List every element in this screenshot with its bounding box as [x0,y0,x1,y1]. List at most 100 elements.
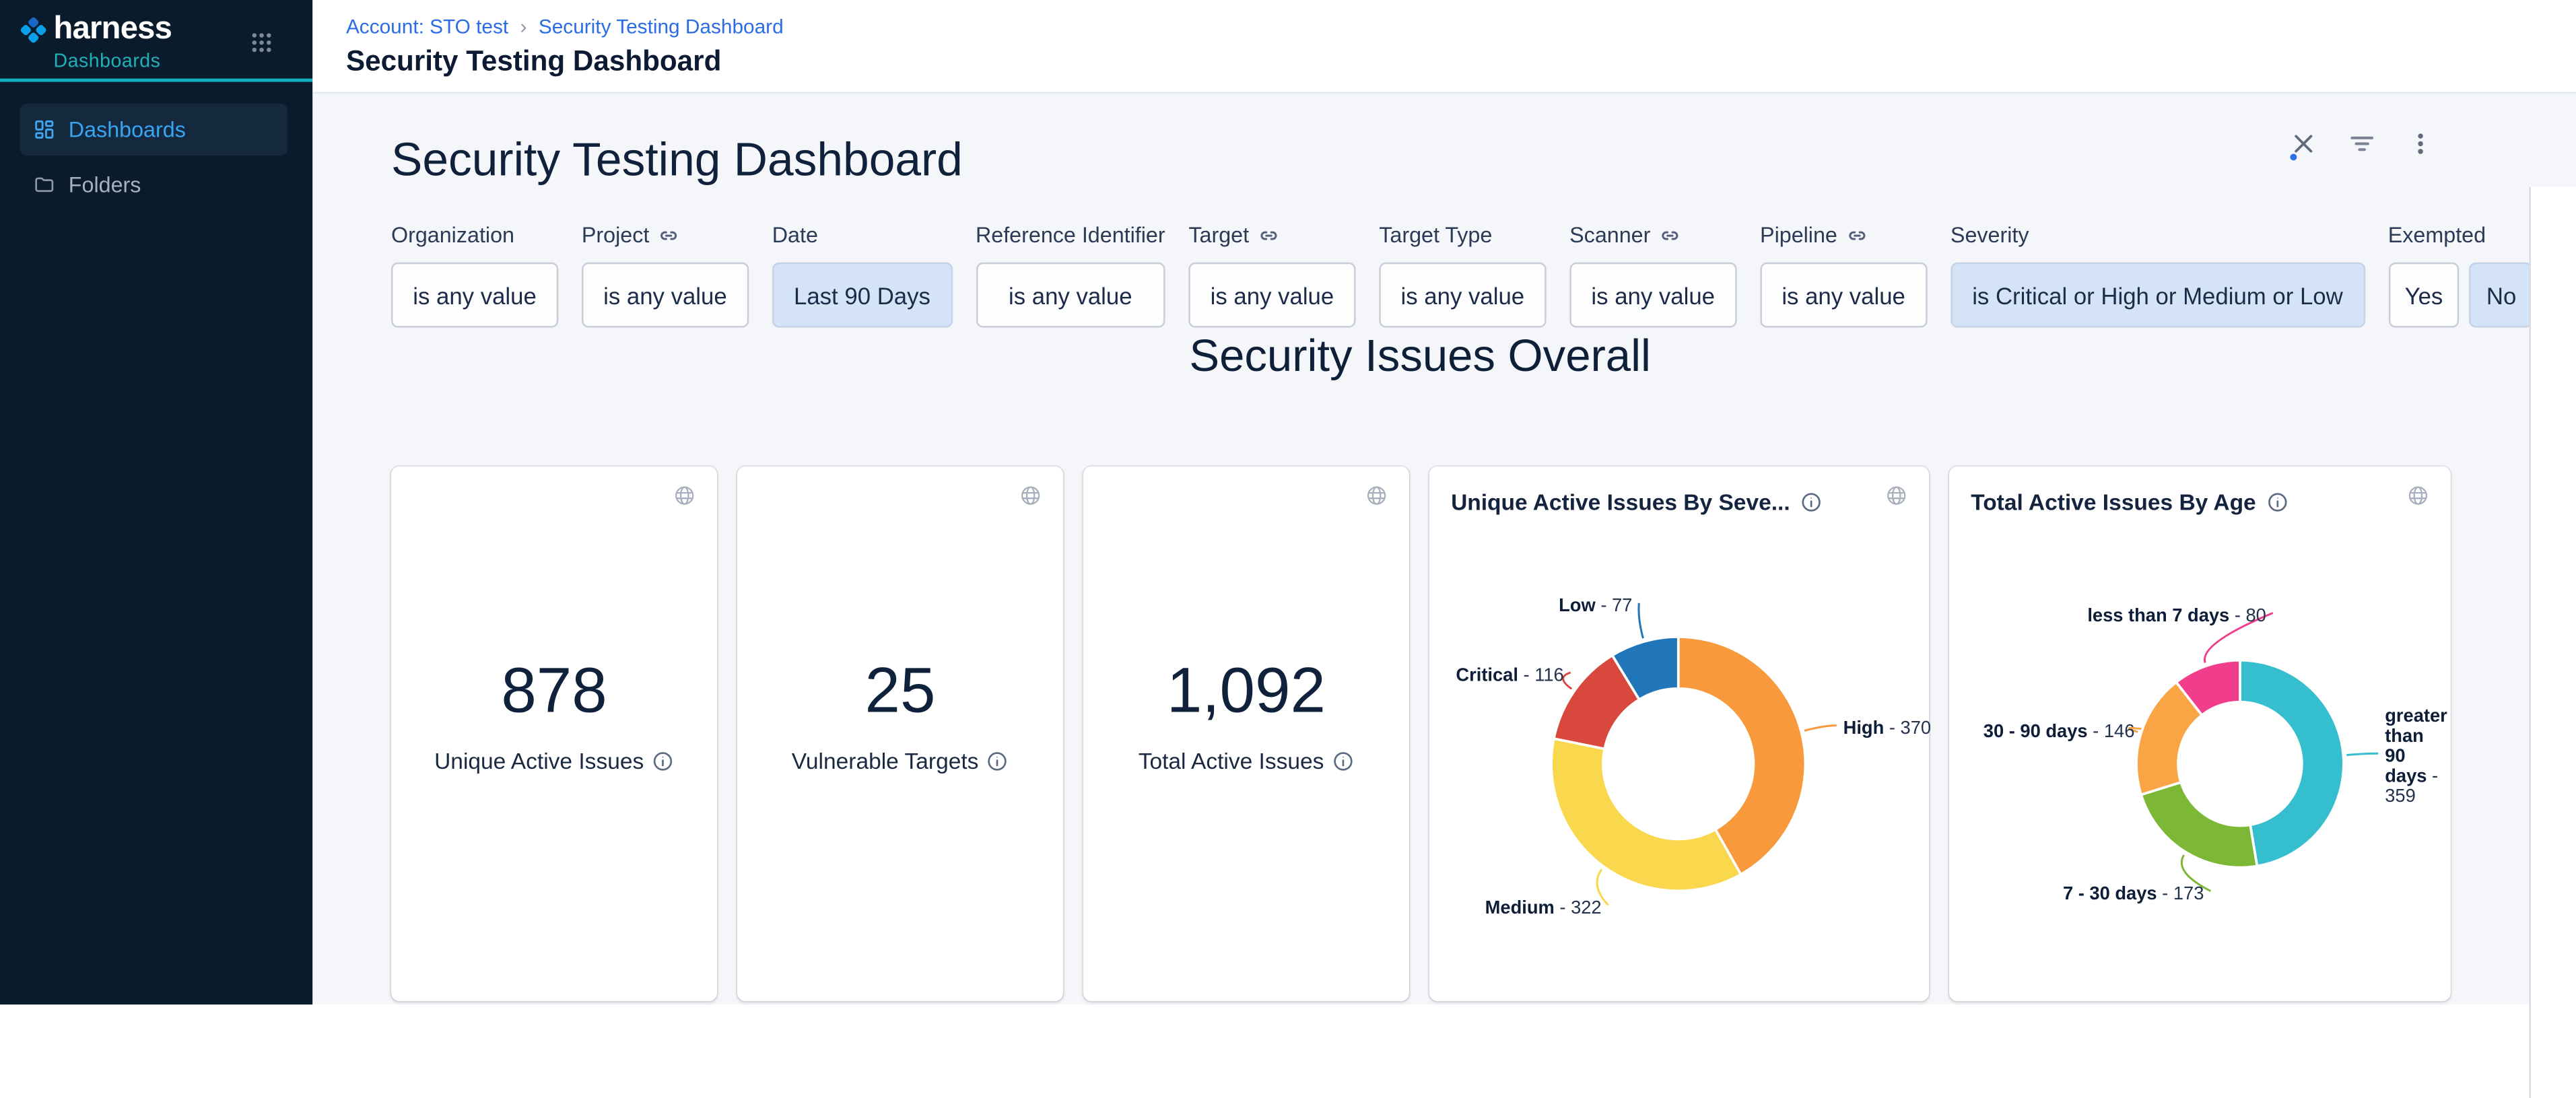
filter-exempted: Exempted YesNo [2388,222,2533,327]
label-leader-line [2346,753,2378,755]
chart-title-row: Unique Active Issues By Seve... [1451,489,1866,514]
slice-label-7-30-days: 7 - 30 days - 173 [2063,883,2204,903]
label-leader-line [1563,673,1572,689]
filter-value-scanner[interactable]: is any value [1569,263,1736,328]
sidebar-nav: Dashboards Folders [0,82,312,211]
slice-label-less-than-7-days: less than 7 days - 80 [2087,605,2266,625]
breadcrumb: Account: STO test›Security Testing Dashb… [346,15,2576,38]
filter-label-severity: Severity [1951,222,2365,247]
info-icon[interactable] [1800,491,1822,513]
slice-label-greater-than-90-days-line4: 359 [2385,785,2416,806]
slice-label-high: High - 370 [1843,717,1931,738]
filter-row: Organization is any value Project is any va… [391,222,2576,327]
slice-label-30-90-days: 30 - 90 days - 146 [1984,720,2135,741]
filter-value-organization[interactable]: is any value [391,263,558,328]
donut-chart: High - 370 Medium - 322 Critical - 116 Low … [1429,467,1929,1001]
sidebar-item-folders[interactable]: Folders [20,159,287,211]
slice-label-critical: Critical - 116 [1456,664,1563,685]
top-header: Account: STO test›Security Testing Dashb… [312,0,2576,94]
globe-icon [1020,485,1042,506]
link-icon [1848,225,1868,245]
globe-icon [674,485,696,506]
exempted-options: YesNo [2388,263,2533,328]
filter-label-text: Target Type [1379,222,1492,247]
slice-label-greater-than-90-days-line1: than [2385,725,2424,746]
filter-label-target: Target [1188,222,1355,247]
info-icon[interactable] [2266,491,2288,513]
filter-value-project[interactable]: is any value [582,263,749,328]
kpi-label: Unique Active Issues [391,749,717,774]
filter-project: Project is any value [582,222,749,327]
donut-chart: greaterthan90days -3597 - 30 days - 1733… [1949,467,2451,1001]
kpi-card-unique-active-issues: 878 Unique Active Issues [391,467,717,1001]
donut-card-total-active-issues-by-age: Total Active Issues By Agegreaterthan90d… [1949,467,2451,1001]
filter-value-target-type[interactable]: is any value [1379,263,1546,328]
kpi-value: 878 [391,658,717,725]
chart-title: Unique Active Issues By Seve... [1451,489,1790,514]
slice-label-low: Low - 77 [1559,594,1632,615]
kpi-label: Vulnerable Targets [737,749,1063,774]
link-icon [1259,225,1279,245]
slice-label-greater-than-90-days-line3: days - [2385,765,2438,786]
filter-value-date[interactable]: Last 90 Days [772,263,952,328]
filter-label-target-type: Target Type [1379,222,1546,247]
kpi-label-text: Total Active Issues [1139,749,1324,774]
chart-title: Total Active Issues By Age [1971,489,2256,514]
link-icon [659,225,679,245]
kebab-menu-icon[interactable] [2409,132,2433,156]
info-icon[interactable] [987,751,1009,772]
label-leader-line [1639,603,1643,638]
filter-label-text: Severity [1951,222,2029,247]
breadcrumb-link-0[interactable]: Account: STO test [346,15,508,38]
filter-value-reference-identifier[interactable]: is any value [976,263,1165,328]
filter-value-pipeline[interactable]: is any value [1760,263,1927,328]
globe-icon [1365,485,1387,506]
donut-slice-7-30-days[interactable] [2141,782,2257,868]
filter-date: Date Last 90 Days [772,222,952,327]
filter-value-target[interactable]: is any value [1188,263,1355,328]
info-icon[interactable] [1332,751,1354,772]
filter-label-text: Date [772,222,818,247]
filter-target-type: Target Type is any value [1379,222,1546,327]
main-column: Account: STO test›Security Testing Dashb… [312,0,2576,1004]
section-title: Security Issues Overall [391,331,2449,381]
filter-label-reference-identifier: Reference Identifier [976,222,1165,247]
dashboard-actions [2292,132,2433,156]
info-icon[interactable] [652,751,674,772]
sidebar-item-label: Folders [69,172,141,197]
kpi-card-vulnerable-targets: 25Vulnerable Targets [737,467,1063,1001]
sidebar-item-dashboards[interactable]: Dashboards [20,104,287,156]
page-title: Security Testing Dashboard [346,45,2576,79]
donut-slice-medium[interactable] [1551,739,1741,891]
filter-target: Target is any value [1188,222,1355,327]
filter-label-text: Organization [391,222,514,247]
filter-severity: Severity is Critical or High or Medium or… [1951,222,2365,327]
filter-organization: Organization is any value [391,222,558,327]
sidebar-item-label: Dashboards [69,117,186,142]
app-switcher-icon[interactable] [250,32,272,53]
filter-icon[interactable] [2350,132,2374,156]
brand-name: harness [53,13,172,45]
filter-label-pipeline: Pipeline [1760,222,1927,247]
scrollbar-gutter[interactable] [2529,187,2576,1098]
kpi-label: Total Active Issues [1083,749,1409,774]
filter-label-text: Exempted [2388,222,2486,247]
kpi-label-text: Vulnerable Targets [792,749,979,774]
breadcrumb-link-1[interactable]: Security Testing Dashboard [539,15,784,38]
filter-label-text: Project [582,222,649,247]
filter-pipeline: Pipeline is any value [1760,222,1927,327]
filter-label-text: Reference Identifier [976,222,1165,247]
slice-label-medium: Medium - 322 [1485,897,1602,918]
filter-value-severity[interactable]: is Critical or High or Medium or Low [1951,263,2365,328]
filter-reference-identifier: Reference Identifier is any value [976,222,1165,327]
label-leader-line [1804,726,1837,731]
filter-label-text: Pipeline [1760,222,1837,247]
donut-slice-greater-than-90-days[interactable] [2240,660,2344,866]
close-icon[interactable] [2292,132,2315,156]
exempted-no-button[interactable]: No [2470,263,2533,328]
sidebar: harness Dashboards Dashboards Folders [0,0,312,1004]
exempted-yes-button[interactable]: Yes [2388,263,2460,328]
kpi-value: 1,092 [1083,658,1409,725]
filter-label-project: Project [582,222,749,247]
filter-label-exempted: Exempted [2388,222,2533,247]
